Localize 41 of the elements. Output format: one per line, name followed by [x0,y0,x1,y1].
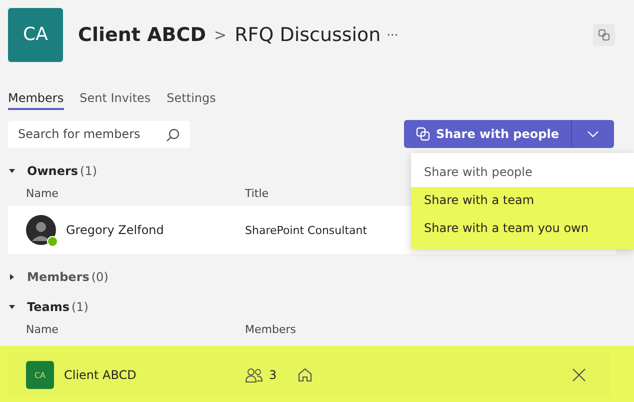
table-cell: SharePoint Consultant [245,224,368,236]
menu-item[interactable]: Share with a team you own [411,215,634,249]
tab[interactable]: Settings [166,91,216,110]
chevron-down-icon [587,130,599,138]
tab[interactable]: Sent Invites [80,91,151,110]
copy-icon [598,28,610,40]
table-row[interactable]: CA Client ABCD 3 [8,352,610,398]
section-title[interactable]: Owners [27,164,78,178]
menu-header: Share with people [423,164,534,181]
search-field[interactable]: Search for members [8,120,190,148]
caret-right-icon[interactable] [8,273,16,281]
column-header: Name [26,187,60,200]
team-name: Client ABCD [64,368,136,382]
home-icon [296,367,313,383]
caret-down-icon[interactable] [8,167,16,175]
team-avatar: CA [8,8,63,62]
tab[interactable]: Members [8,91,64,110]
column-header: Members [245,323,296,336]
channel-name: RFQ Discussion [234,24,381,46]
team-avatar: CA [26,361,54,389]
member-count: 3 [269,368,277,382]
close-icon[interactable] [572,368,586,382]
menu-item[interactable]: Share with a team [411,187,634,215]
section-title[interactable]: Members [27,270,90,284]
copy-button[interactable] [593,24,615,46]
people-icon [245,367,263,383]
member-name: Gregory Zelfond [66,223,164,237]
section-count: (1) [80,164,98,178]
section-count: (0) [91,270,108,284]
team-name[interactable]: Client ABCD [78,24,206,46]
presence-available-icon [47,236,58,247]
search-icon [166,128,180,142]
section-title[interactable]: Teams [27,300,70,314]
column-header: Title [245,187,269,200]
column-header: Name [26,323,60,336]
more-options-button[interactable]: ··· [386,28,398,42]
share-button[interactable]: Share with people [404,120,572,148]
section-count: (1) [71,300,88,314]
caret-down-icon[interactable] [8,303,16,311]
share-icon [416,127,430,141]
breadcrumb-separator: > [214,26,227,44]
